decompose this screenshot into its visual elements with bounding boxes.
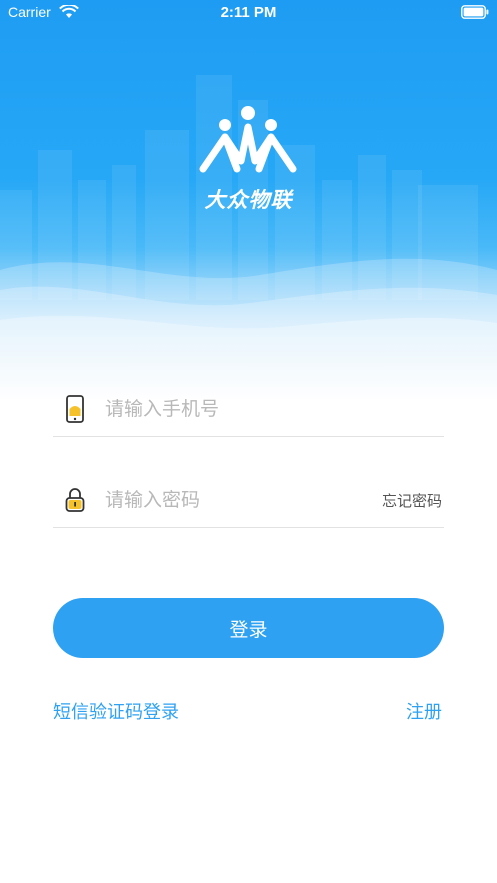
- people-logo-icon: [199, 106, 297, 173]
- brand-name: 大众物联: [204, 188, 293, 212]
- phone-field: [53, 385, 444, 437]
- status-bar: Carrier 2:11 PM: [0, 0, 497, 26]
- password-input[interactable]: [105, 484, 365, 516]
- register-link[interactable]: 注册: [406, 698, 442, 724]
- phone-input[interactable]: [105, 393, 435, 425]
- battery-icon: [461, 5, 489, 19]
- login-button[interactable]: 登录: [53, 598, 444, 658]
- sms-login-link[interactable]: 短信验证码登录: [53, 698, 179, 724]
- status-time: 2:11 PM: [220, 4, 277, 21]
- phone-icon: [66, 395, 84, 423]
- wave-decoration: [0, 258, 497, 400]
- forgot-password-link[interactable]: 忘记密码: [382, 490, 442, 511]
- lock-icon: [65, 488, 85, 512]
- password-field: 忘记密码: [53, 476, 444, 528]
- header-banner: Carrier 2:11 PM 大众物联: [0, 0, 497, 400]
